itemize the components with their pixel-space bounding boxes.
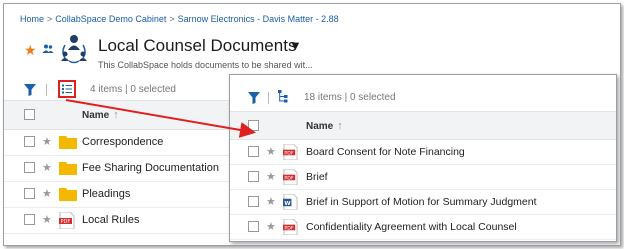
page-description: This CollabSpace holds documents to be s… — [98, 60, 313, 70]
breadcrumb-separator: > — [47, 14, 53, 24]
breadcrumb-matter[interactable]: Sarnow Electronics - Davis Matter - 2.88 — [178, 14, 339, 24]
chevron-down-icon[interactable]: ▼ — [289, 38, 302, 53]
pdf-file-icon: PDF — [283, 168, 298, 190]
folder-icon — [59, 134, 77, 154]
item-name[interactable]: Local Rules — [82, 214, 139, 226]
name-column-label: Name — [306, 121, 334, 132]
svg-text:W: W — [284, 201, 291, 207]
star-icon[interactable]: ★ — [266, 195, 276, 208]
pdf-file-icon: PDF — [283, 143, 298, 165]
row-checkbox[interactable] — [24, 162, 35, 173]
word-file-icon: W — [283, 193, 298, 215]
name-column-header[interactable]: Name ↑ — [82, 109, 119, 121]
star-icon[interactable]: ★ — [266, 170, 276, 183]
pdf-file-icon: PDF — [283, 218, 298, 240]
item-name[interactable]: Pleadings — [82, 188, 130, 200]
toolbar-divider — [268, 92, 269, 104]
screenshot-frame: Home > CollabSpace Demo Cabinet > Sarnow Ele… — [3, 3, 621, 246]
svg-text:PDF: PDF — [284, 175, 293, 181]
breadcrumb-home[interactable]: Home — [20, 14, 44, 24]
star-icon[interactable]: ★ — [42, 135, 52, 148]
page-title: Local Counsel Documents — [98, 36, 297, 55]
name-column-header[interactable]: Name ↑ — [306, 120, 343, 132]
select-all-checkbox[interactable] — [24, 109, 35, 120]
title-row: ★ Local Counsel Documents ▼ This CollabS… — [24, 34, 324, 74]
toolbar-divider — [46, 84, 47, 96]
select-all-checkbox[interactable] — [248, 120, 259, 131]
item-name[interactable]: Brief in Support of Motion for Summary J… — [306, 196, 537, 208]
members-icon[interactable] — [42, 42, 54, 60]
list-header: Name ↑ — [230, 111, 616, 140]
svg-text:PDF: PDF — [284, 150, 293, 156]
star-icon[interactable]: ★ — [42, 213, 52, 226]
folder-icon — [59, 186, 77, 206]
favorite-star-icon[interactable]: ★ — [24, 42, 37, 59]
svg-text:PDF: PDF — [61, 219, 71, 225]
folder-icon — [59, 160, 77, 180]
name-column-label: Name — [82, 110, 110, 121]
row-checkbox[interactable] — [24, 214, 35, 225]
pdf-file-icon: PDF — [59, 211, 75, 234]
svg-text:PDF: PDF — [284, 225, 293, 231]
item-name[interactable]: Brief — [306, 171, 328, 183]
item-name[interactable]: Board Consent for Note Financing — [306, 146, 465, 158]
star-icon[interactable]: ★ — [42, 161, 52, 174]
tree-view-icon[interactable] — [278, 90, 291, 108]
row-checkbox[interactable] — [24, 188, 35, 199]
list-view-icon — [62, 84, 72, 94]
right-toolbar: 18 items | 0 selected — [248, 89, 548, 105]
item-name[interactable]: Correspondence — [82, 136, 163, 148]
item-count: 18 items | 0 selected — [304, 92, 396, 103]
row-checkbox[interactable] — [248, 221, 259, 232]
item-name[interactable]: Fee Sharing Documentation — [82, 162, 219, 174]
filter-icon[interactable] — [24, 83, 36, 101]
list-view-panel: 18 items | 0 selected Name ↑ ★ PDF Board … — [229, 74, 617, 242]
star-icon[interactable]: ★ — [266, 220, 276, 233]
filter-icon[interactable] — [248, 91, 260, 109]
row-checkbox[interactable] — [248, 146, 259, 157]
item-count: 4 items | 0 selected — [90, 84, 176, 95]
row-checkbox[interactable] — [248, 196, 259, 207]
item-name[interactable]: Confidentiality Agreement with Local Cou… — [306, 221, 517, 233]
list-view-button[interactable] — [58, 80, 76, 98]
list-item[interactable]: ★ PDF Board Consent for Note Financing — [230, 139, 616, 165]
row-checkbox[interactable] — [24, 136, 35, 147]
list-item[interactable]: ★ PDF Brief — [230, 164, 616, 190]
breadcrumb-separator: > — [169, 14, 175, 24]
star-icon[interactable]: ★ — [42, 187, 52, 200]
list-item[interactable]: ★ W Brief in Support of Motion for Summa… — [230, 189, 616, 215]
sort-ascending-icon: ↑ — [337, 120, 343, 132]
collabspace-icon — [60, 34, 88, 69]
row-checkbox[interactable] — [248, 171, 259, 182]
breadcrumb: Home > CollabSpace Demo Cabinet > Sarnow Ele… — [20, 14, 339, 24]
sort-ascending-icon: ↑ — [113, 109, 119, 121]
list-item[interactable]: ★ PDF Confidentiality Agreement with Loc… — [230, 214, 616, 240]
star-icon[interactable]: ★ — [266, 145, 276, 158]
breadcrumb-cabinet[interactable]: CollabSpace Demo Cabinet — [55, 14, 166, 24]
